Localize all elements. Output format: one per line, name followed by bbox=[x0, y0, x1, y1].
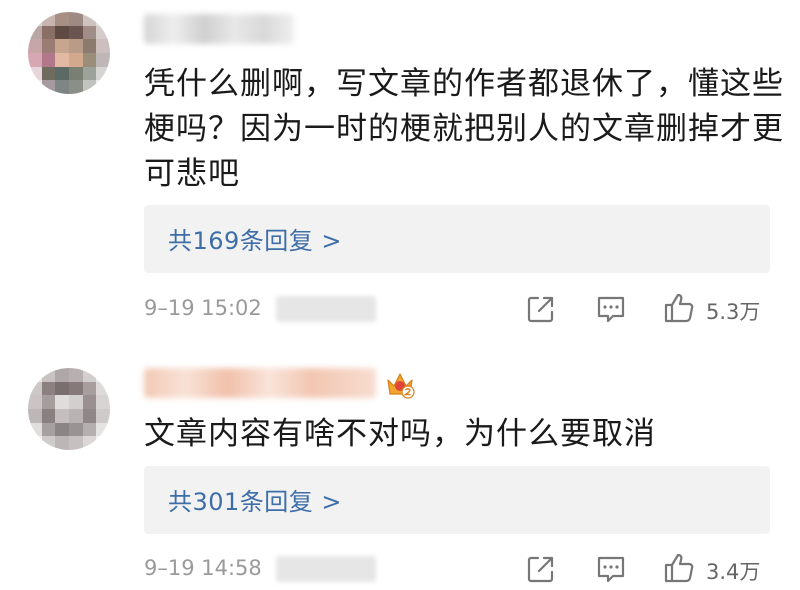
username[interactable] bbox=[144, 14, 294, 44]
avatar[interactable] bbox=[28, 12, 110, 94]
avatar[interactable] bbox=[28, 368, 110, 450]
source-label bbox=[276, 556, 376, 582]
view-replies-link[interactable]: 共301条回复 > bbox=[168, 482, 342, 517]
comment-item: 文章内容有啥不对吗，为什么要取消 共301条回复 > 9–19 14:58 3.… bbox=[0, 340, 800, 588]
share-button[interactable] bbox=[524, 292, 558, 326]
like-button[interactable] bbox=[662, 291, 696, 325]
comment-line: 凭什么删啊，写文章的作者都退休了，懂这些 bbox=[144, 66, 784, 102]
share-icon bbox=[527, 556, 554, 583]
comment-line: 文章内容有啥不对吗，为什么要取消 bbox=[144, 416, 656, 452]
crown-badge-icon bbox=[387, 373, 415, 399]
thumbs-up-icon bbox=[664, 553, 694, 583]
timestamp: 9–19 14:58 bbox=[144, 556, 262, 580]
comment-line: 可悲吧 bbox=[144, 156, 240, 192]
comment-text: 文章内容有啥不对吗，为什么要取消 bbox=[144, 412, 784, 457]
like-count: 3.4万 bbox=[706, 560, 761, 584]
replies-box[interactable]: 共169条回复 > bbox=[144, 205, 770, 273]
comment-button[interactable] bbox=[594, 552, 628, 586]
source-label bbox=[276, 296, 376, 322]
like-button[interactable] bbox=[662, 551, 696, 585]
comment-item: 凭什么删啊，写文章的作者都退休了，懂这些 梗吗？因为一时的梗就把别人的文章删掉才… bbox=[0, 0, 800, 340]
comment-text: 凭什么删啊，写文章的作者都退休了，懂这些 梗吗？因为一时的梗就把别人的文章删掉才… bbox=[144, 62, 784, 197]
share-button[interactable] bbox=[524, 552, 558, 586]
like-count: 5.3万 bbox=[706, 300, 761, 324]
view-replies-link[interactable]: 共169条回复 > bbox=[168, 221, 342, 256]
username[interactable] bbox=[144, 368, 376, 398]
comment-line: 梗吗？因为一时的梗就把别人的文章删掉才更 bbox=[144, 111, 784, 147]
replies-box[interactable]: 共301条回复 > bbox=[144, 466, 770, 534]
comment-icon bbox=[597, 296, 625, 323]
comment-button[interactable] bbox=[594, 292, 628, 326]
share-icon bbox=[527, 296, 554, 323]
comment-icon bbox=[597, 556, 625, 583]
timestamp: 9–19 15:02 bbox=[144, 296, 262, 320]
thumbs-up-icon bbox=[664, 293, 694, 323]
